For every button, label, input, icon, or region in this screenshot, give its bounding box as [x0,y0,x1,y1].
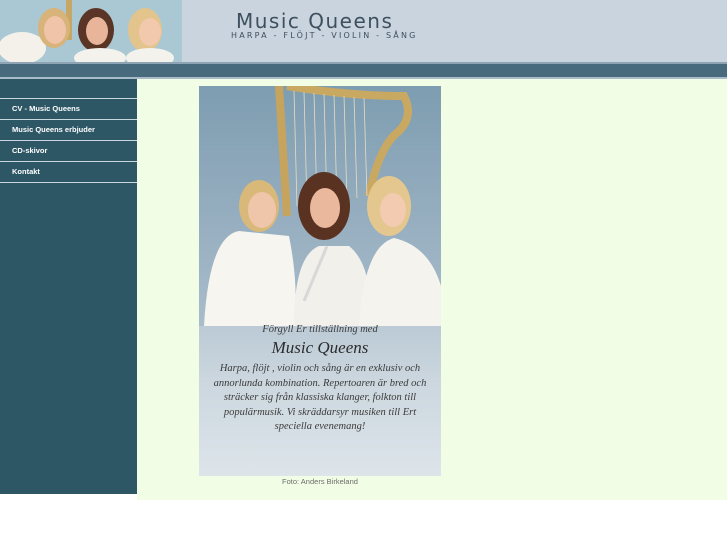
nav-item-contact[interactable]: Kontakt [0,162,137,183]
photo-caption: Foto: Anders Birkeland [282,477,358,486]
poster-photo [199,86,441,326]
poster-name: Music Queens [271,338,369,357]
poster-description: Harpa, flöjt , violin och sång är en exk… [213,363,427,432]
site-title: Music Queens [236,9,394,33]
header-photo-art [0,0,182,62]
site-header: Music Queens HARPA - FLÖJT - VIOLIN - SÅ… [0,0,727,62]
main-content: Förgyll Er tillställning med Music Queen… [137,79,727,500]
poster-intro: Förgyll Er tillställning med [262,324,378,335]
poster-text: Förgyll Er tillställning med Music Queen… [199,324,441,435]
header-photo [0,0,182,62]
header-divider-dark [0,64,727,77]
site-subtitle: HARPA - FLÖJT - VIOLIN - SÅNG [231,31,418,40]
poster-image: Förgyll Er tillställning med Music Queen… [199,86,441,476]
sidebar-nav: CV - Music Queens Music Queens erbjuder … [0,79,137,494]
nav-item-cd[interactable]: CD-skivor [0,141,137,162]
nav-list: CV - Music Queens Music Queens erbjuder … [0,98,137,183]
nav-item-offer[interactable]: Music Queens erbjuder [0,120,137,141]
nav-item-cv[interactable]: CV - Music Queens [0,99,137,120]
